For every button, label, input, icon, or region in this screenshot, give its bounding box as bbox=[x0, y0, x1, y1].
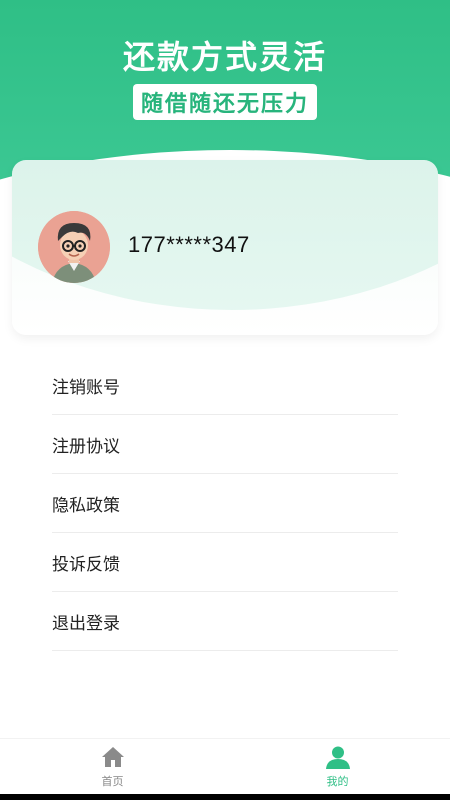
hero-headline: 还款方式灵活 bbox=[122, 38, 327, 76]
phone-number: 177*****347 bbox=[128, 232, 250, 257]
bottom-tab-bar: 首页 我的 bbox=[0, 738, 450, 795]
menu-item-complaint-feedback[interactable]: 投诉反馈 bbox=[52, 533, 398, 592]
hero-subline-wrap: 随借随还无压力 bbox=[0, 84, 450, 120]
tab-home[interactable]: 首页 bbox=[0, 739, 225, 795]
hero-subline: 随借随还无压力 bbox=[132, 84, 317, 120]
avatar[interactable] bbox=[38, 211, 110, 283]
home-icon bbox=[101, 747, 124, 767]
menu-item-logout[interactable]: 退出登录 bbox=[52, 592, 398, 651]
menu-item-privacy-policy[interactable]: 隐私政策 bbox=[52, 474, 398, 533]
user-icon bbox=[325, 746, 350, 769]
cartoon-avatar-icon bbox=[38, 211, 110, 283]
tab-mine-label: 我的 bbox=[326, 775, 349, 788]
menu-item-registration-agreement[interactable]: 注册协议 bbox=[52, 415, 398, 474]
bottom-edge-bar bbox=[0, 794, 450, 800]
profile-card: 177*****347 bbox=[12, 160, 438, 335]
tab-mine[interactable]: 我的 bbox=[225, 739, 450, 795]
settings-menu: 注销账号 注册协议 隐私政策 投诉反馈 退出登录 bbox=[52, 356, 398, 651]
tab-home-label: 首页 bbox=[101, 775, 124, 788]
menu-item-cancel-account[interactable]: 注销账号 bbox=[52, 356, 398, 415]
